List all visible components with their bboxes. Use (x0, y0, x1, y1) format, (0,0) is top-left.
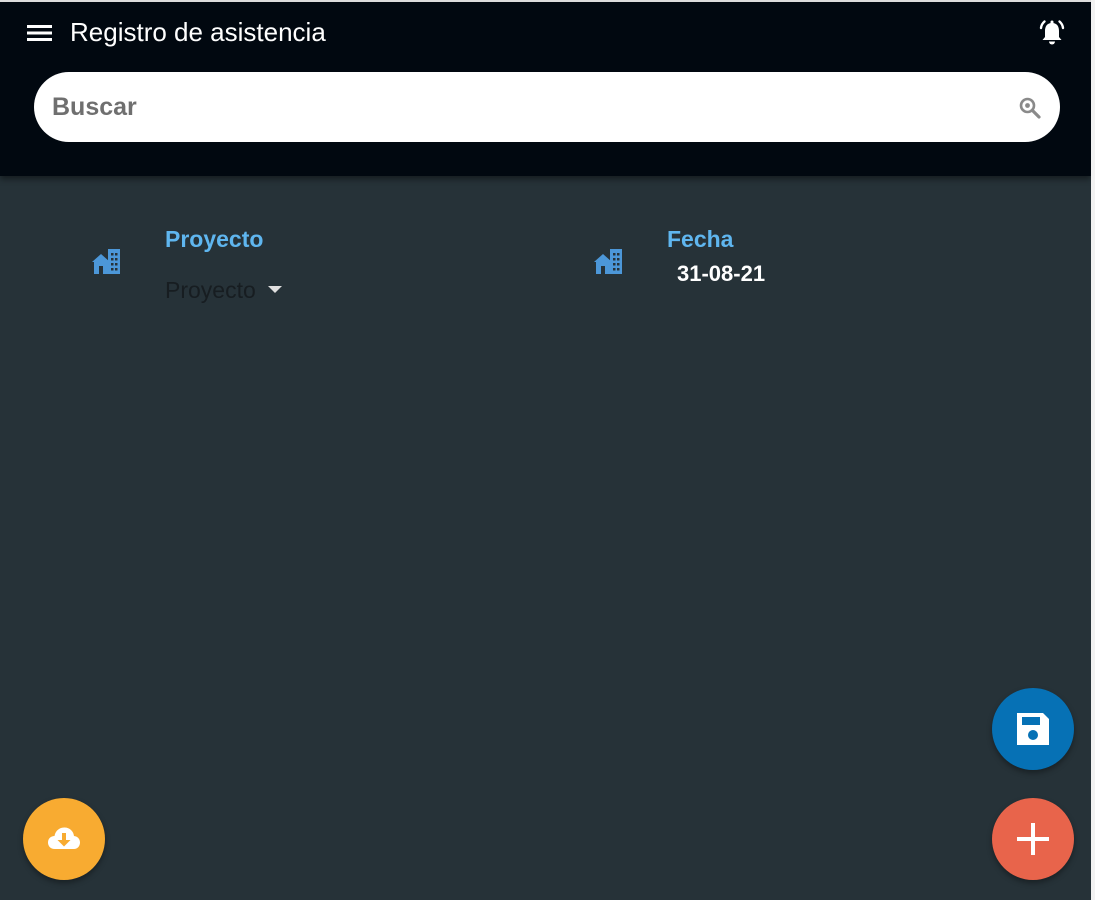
download-button[interactable] (23, 798, 105, 880)
alarm-button[interactable] (1035, 16, 1069, 50)
date-label: Fecha (667, 226, 734, 252)
caret-down-icon (267, 286, 282, 294)
search-input[interactable] (52, 72, 1002, 142)
save-button[interactable] (992, 688, 1074, 770)
window-edge (1091, 0, 1095, 900)
date-value[interactable]: 31-08-21 (677, 259, 765, 289)
menu-button[interactable] (24, 18, 58, 48)
app-window: Registro de asistencia Buscar Proyecto P… (0, 0, 1091, 900)
app-toolbar: Registro de asistencia (0, 2, 1091, 176)
project-select[interactable]: Proyecto (165, 274, 282, 306)
search-icon[interactable] (1017, 95, 1043, 121)
search-bar (34, 72, 1060, 142)
project-label: Proyecto (165, 226, 264, 252)
add-button[interactable] (992, 798, 1074, 880)
page-title: Registro de asistencia (70, 17, 326, 47)
menu-icon (24, 18, 58, 48)
building-icon (592, 246, 624, 276)
project-select-value: Proyecto (165, 277, 256, 303)
alarm-bell-icon (1035, 16, 1069, 50)
building-icon (90, 246, 122, 276)
